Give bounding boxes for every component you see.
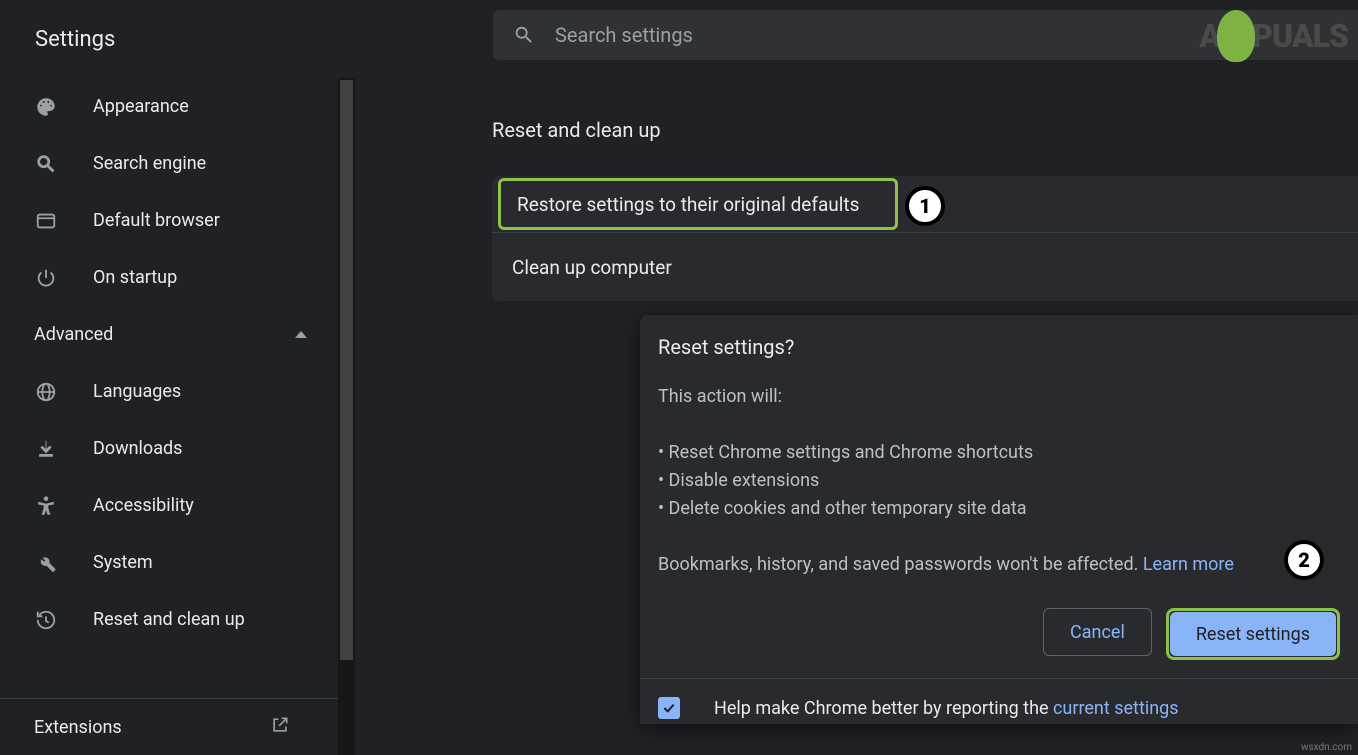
cleanup-computer-row[interactable]: Clean up computer: [492, 233, 1358, 301]
dialog-title: Reset settings?: [640, 335, 1358, 359]
power-icon: [34, 266, 58, 290]
sidebar-item-label: Extensions: [34, 717, 270, 738]
checkbox-label-text: Help make Chrome better by reporting the: [714, 698, 1053, 719]
checkbox-checked-icon[interactable]: [658, 697, 680, 719]
palette-icon: [34, 95, 58, 119]
annotation-badge-2: 2: [1284, 540, 1324, 580]
dialog-bullets: • Reset Chrome settings and Chrome short…: [658, 439, 1340, 523]
sidebar-item-label: Languages: [93, 381, 181, 402]
chevron-up-icon: [295, 331, 307, 338]
logo: A PUALS: [1199, 10, 1348, 62]
logo-text-right: PUALS: [1252, 17, 1348, 55]
globe-icon: [34, 380, 58, 404]
sidebar-item-label: Appearance: [93, 96, 189, 117]
reset-button-highlight: Reset settings: [1166, 608, 1340, 660]
sidebar-item-on-startup[interactable]: On startup: [0, 249, 355, 306]
cancel-button[interactable]: Cancel: [1043, 608, 1152, 656]
dialog-intro: This action will:: [658, 383, 1340, 411]
sidebar-item-default-browser[interactable]: Default browser: [0, 192, 355, 249]
checkbox-label: Help make Chrome better by reporting the…: [714, 698, 1179, 719]
sidebar-item-languages[interactable]: Languages: [0, 363, 355, 420]
sidebar: Appearance Search engine Default browser…: [0, 78, 355, 755]
page-title: Settings: [35, 27, 115, 52]
reset-dialog: Reset settings? This action will: • Rese…: [640, 315, 1358, 724]
download-icon: [34, 437, 58, 461]
current-settings-link[interactable]: current settings: [1053, 698, 1179, 719]
dialog-bullet: • Disable extensions: [658, 467, 1340, 495]
scrollbar[interactable]: [338, 78, 355, 755]
logo-mascot-icon: [1217, 10, 1255, 62]
sidebar-item-label: Accessibility: [93, 495, 194, 516]
search-icon: [513, 24, 535, 46]
sidebar-item-label: On startup: [93, 267, 177, 288]
sidebar-item-downloads[interactable]: Downloads: [0, 420, 355, 477]
learn-more-link[interactable]: Learn more: [1143, 554, 1234, 575]
wrench-icon: [34, 551, 58, 575]
sidebar-item-label: Search engine: [93, 153, 206, 174]
sidebar-item-search-engine[interactable]: Search engine: [0, 135, 355, 192]
dialog-footer-span: Bookmarks, history, and saved passwords …: [658, 554, 1143, 575]
dialog-bullet: • Reset Chrome settings and Chrome short…: [658, 439, 1340, 467]
sidebar-item-appearance[interactable]: Appearance: [0, 78, 355, 135]
browser-icon: [34, 209, 58, 233]
watermark: wsxdn.com: [1301, 742, 1352, 753]
sidebar-item-label: Downloads: [93, 438, 182, 459]
dialog-footer-text: Bookmarks, history, and saved passwords …: [658, 551, 1340, 579]
accessibility-icon: [34, 494, 58, 518]
sidebar-item-label: Default browser: [93, 210, 220, 231]
scrollbar-thumb[interactable]: [340, 80, 353, 660]
sidebar-item-label: System: [93, 552, 153, 573]
restore-defaults-row[interactable]: Restore settings to their original defau…: [498, 178, 898, 230]
sidebar-item-accessibility[interactable]: Accessibility: [0, 477, 355, 534]
sidebar-item-reset[interactable]: Reset and clean up: [0, 591, 355, 648]
section-title: Reset and clean up: [492, 118, 1358, 142]
annotation-badge-1: 1: [905, 186, 945, 226]
external-link-icon: [270, 715, 290, 739]
search-input[interactable]: [555, 23, 1155, 47]
dialog-bullet: • Delete cookies and other temporary sit…: [658, 495, 1340, 523]
sidebar-group-advanced[interactable]: Advanced: [0, 306, 355, 363]
sidebar-item-system[interactable]: System: [0, 534, 355, 591]
search-icon: [34, 152, 58, 176]
sidebar-item-label: Reset and clean up: [93, 609, 245, 630]
reset-settings-button[interactable]: Reset settings: [1170, 612, 1336, 656]
history-icon: [34, 608, 58, 632]
sidebar-item-extensions[interactable]: Extensions: [0, 698, 338, 755]
sidebar-group-label: Advanced: [34, 324, 295, 345]
report-checkbox-row[interactable]: Help make Chrome better by reporting the…: [640, 678, 1358, 724]
